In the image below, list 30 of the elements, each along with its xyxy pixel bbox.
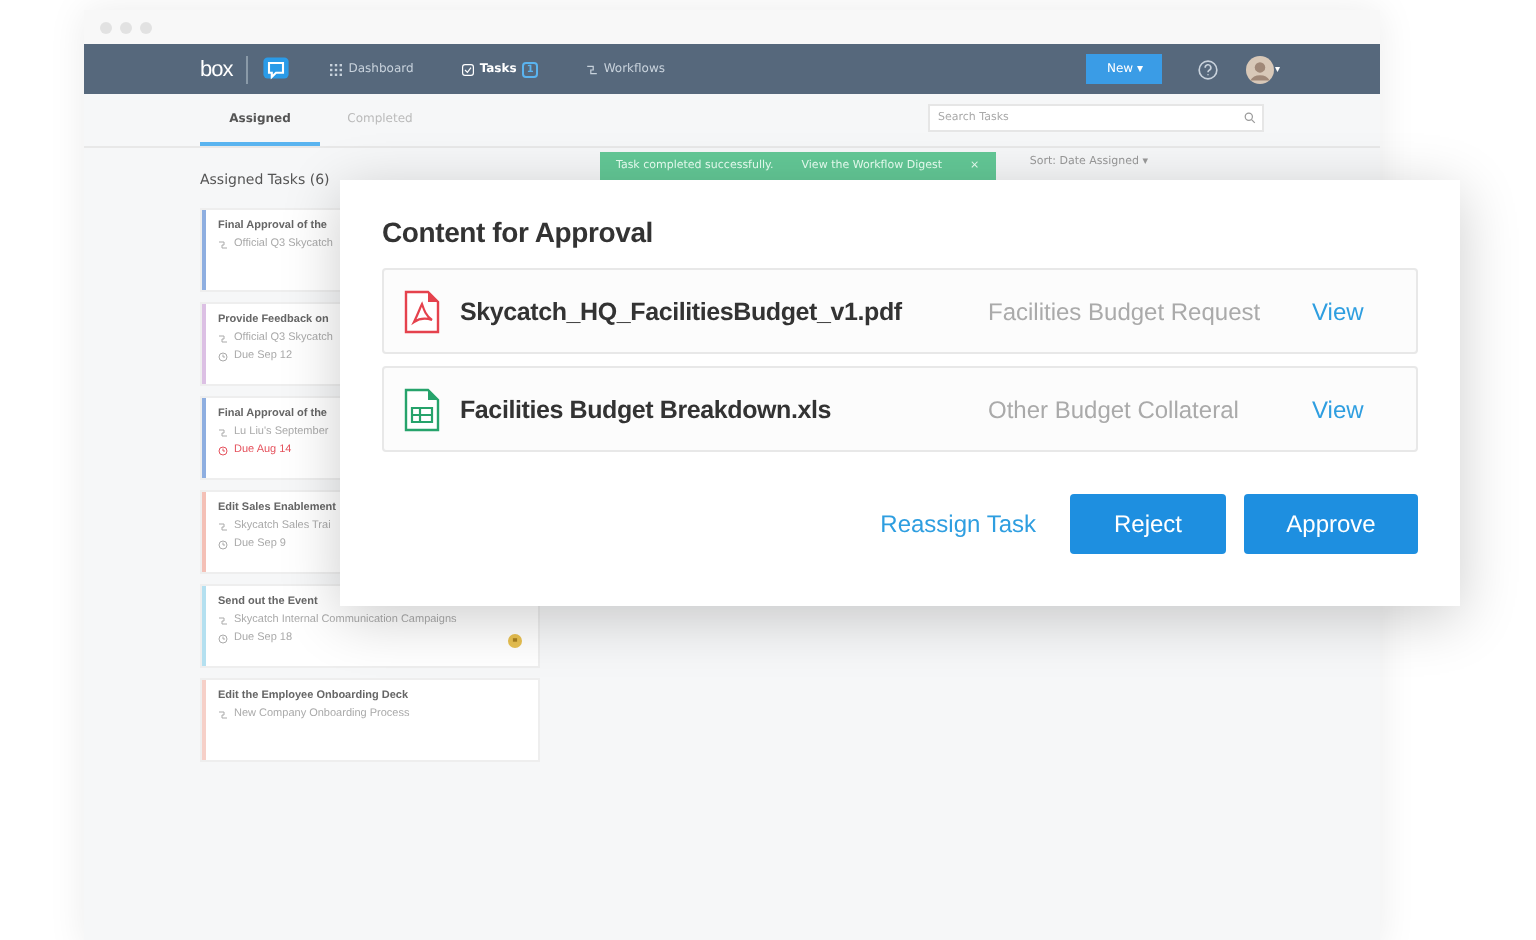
checkbox-icon xyxy=(461,63,474,75)
grid-icon xyxy=(330,63,343,75)
flow-icon xyxy=(218,709,228,719)
flow-icon xyxy=(585,63,598,75)
dialog-title: Content for Approval xyxy=(382,216,655,248)
reassign-link[interactable]: Reassign Task xyxy=(880,510,1036,538)
help-icon[interactable] xyxy=(1198,59,1219,79)
clock-icon xyxy=(218,351,228,361)
chat-bubble-icon[interactable] xyxy=(262,55,291,83)
clock-icon xyxy=(218,633,228,643)
file-name: Facilities Budget Breakdown.xls xyxy=(460,395,834,423)
reject-button[interactable]: Reject xyxy=(1070,494,1226,554)
spreadsheet-file-icon xyxy=(404,387,440,431)
flow-icon xyxy=(218,427,228,437)
clock-icon xyxy=(218,539,228,549)
flow-icon xyxy=(218,239,228,249)
pdf-file-icon xyxy=(404,289,440,333)
search-icon xyxy=(1244,112,1256,124)
file-name: Skycatch_HQ_FacilitiesBudget_v1.pdf xyxy=(460,297,904,325)
flow-icon xyxy=(218,615,228,625)
flow-icon xyxy=(218,521,228,531)
flow-icon xyxy=(218,333,228,343)
view-link[interactable]: View xyxy=(1312,297,1364,325)
view-link[interactable]: View xyxy=(1312,395,1364,423)
clock-icon xyxy=(218,445,228,455)
file-description: Other Budget Collateral xyxy=(988,395,1241,423)
approve-button[interactable]: Approve xyxy=(1244,494,1418,554)
file-description: Facilities Budget Request xyxy=(988,297,1263,325)
avatar[interactable] xyxy=(1246,55,1275,83)
logo[interactable]: box xyxy=(200,57,233,81)
